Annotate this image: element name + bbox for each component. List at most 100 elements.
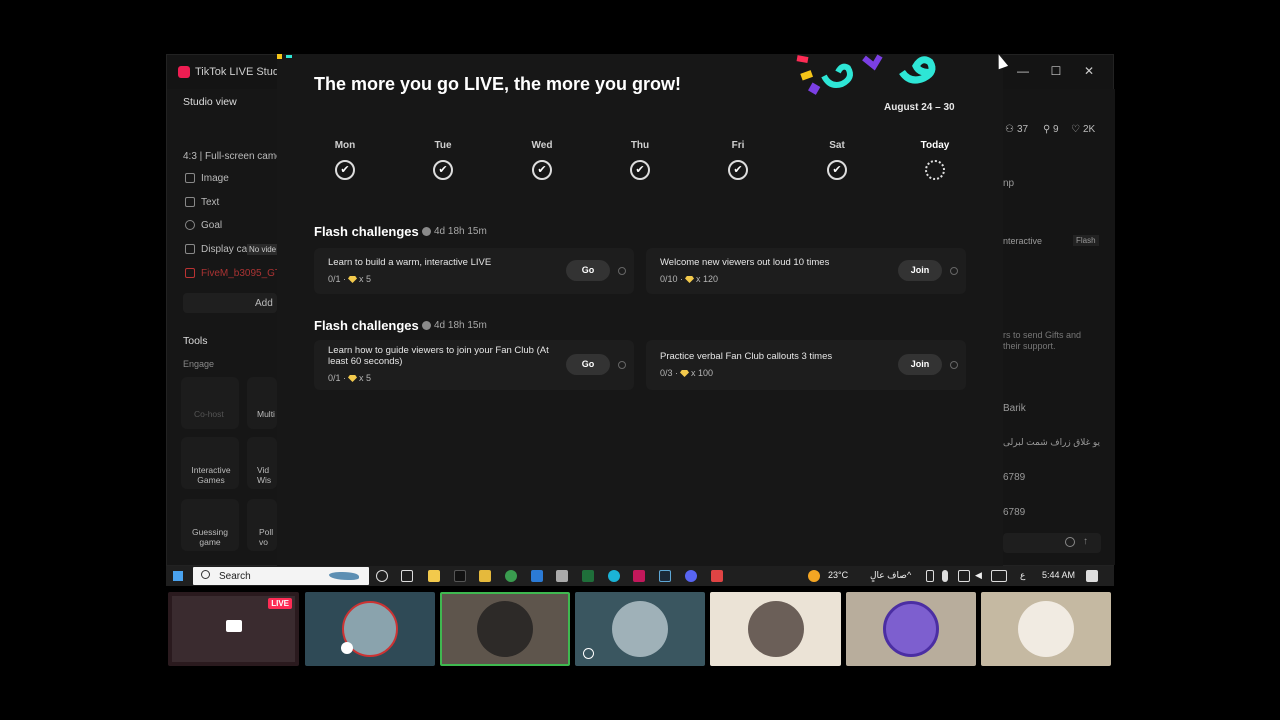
challenge-progress: 0/1 · x 5: [328, 373, 371, 383]
join-button[interactable]: Join: [898, 260, 942, 281]
day-label: Wed: [531, 140, 553, 151]
clock-icon: [422, 227, 431, 236]
muted-icon: [583, 648, 594, 659]
check-circle-icon: ✔: [630, 160, 650, 180]
day-tue: Tue ✔: [423, 140, 463, 180]
tiktok-studio-taskbar-icon[interactable]: [633, 570, 645, 582]
chat-input[interactable]: ↑: [1003, 533, 1101, 553]
keyboard-icon[interactable]: [991, 570, 1007, 582]
weather-icon[interactable]: [808, 570, 820, 582]
participant-tile-live[interactable]: LIVE: [168, 592, 299, 666]
check-circle-icon: ✔: [433, 160, 453, 180]
weather-temp[interactable]: 23°C: [828, 570, 848, 580]
right-panel: ⚇ 37 ⚲ 9 ♡ 2K np nteractive Flash rs to …: [1003, 89, 1115, 565]
vscode-icon[interactable]: [531, 570, 543, 582]
cortana-icon[interactable]: [376, 570, 388, 582]
info-icon[interactable]: [950, 361, 958, 369]
info-icon[interactable]: [618, 267, 626, 275]
tool-poll[interactable]: Poll vo: [247, 499, 277, 551]
language-indicator[interactable]: ع: [1020, 570, 1025, 581]
viewers-icon: ⚇: [1005, 124, 1014, 135]
section-title: Flash challenges: [314, 318, 419, 333]
tool-interactive-games[interactable]: Interactive Games: [181, 437, 239, 489]
source-error[interactable]: FiveM_b3095_GTA: [201, 268, 287, 279]
participant-tile[interactable]: [981, 592, 1111, 666]
tool-label: Poll vo: [259, 527, 274, 547]
progress-count: 0/1 ·: [328, 274, 347, 284]
tool-guessing-game[interactable]: Guessing game: [181, 499, 239, 551]
go-button[interactable]: Go: [566, 354, 610, 375]
studio-view-dropdown[interactable]: Studio view: [183, 96, 237, 108]
app-icon[interactable]: [556, 570, 568, 582]
add-source-button[interactable]: Add: [183, 293, 277, 313]
layout-label: 4:3 | Full-screen came: [183, 151, 282, 162]
go-button[interactable]: Go: [566, 260, 610, 281]
gift-info-line1: rs to send Gifts and: [1003, 330, 1082, 340]
emoji-icon[interactable]: [1065, 537, 1075, 547]
maximize-icon[interactable]: ☐: [1047, 64, 1065, 80]
participant-tile[interactable]: [846, 592, 976, 666]
tool-multi[interactable]: Multi: [247, 377, 277, 429]
steam-icon[interactable]: [659, 570, 671, 582]
day-fri: Fri ✔: [718, 140, 758, 180]
task-view-icon[interactable]: [401, 570, 413, 582]
participant-tile[interactable]: [575, 592, 705, 666]
source-text[interactable]: Text: [201, 197, 219, 208]
avatar: [747, 601, 804, 657]
discord-icon[interactable]: [685, 570, 697, 582]
tool-video[interactable]: Vid Wis: [247, 437, 277, 489]
app-icon[interactable]: [711, 570, 723, 582]
tool-co-host[interactable]: Co-host: [181, 377, 239, 429]
chevron-up-icon[interactable]: ^: [907, 570, 911, 580]
clock-time[interactable]: 5:44 AM: [1042, 570, 1075, 580]
file-explorer-icon[interactable]: [479, 570, 491, 582]
date-range: August 24 – 30: [884, 102, 955, 113]
info-icon[interactable]: [618, 361, 626, 369]
notifications-icon[interactable]: [1086, 570, 1098, 582]
participant-tile-speaking[interactable]: [440, 592, 570, 666]
chrome-icon[interactable]: [505, 570, 517, 582]
send-icon[interactable]: ↑: [1083, 536, 1088, 547]
source-goal[interactable]: Goal: [201, 220, 222, 231]
participant-tile[interactable]: [710, 592, 841, 666]
microphone-icon[interactable]: [942, 570, 948, 582]
participant-tile[interactable]: [305, 592, 435, 666]
reward-amount: x 5: [359, 274, 372, 284]
windows-start-icon[interactable]: [173, 571, 183, 581]
chat-message: یو غلاق زراف شمت لبرلی: [1003, 437, 1100, 447]
gem-icon: [348, 276, 358, 283]
volume-icon[interactable]: ◀: [975, 570, 982, 581]
day-mon: Mon ✔: [325, 140, 365, 180]
close-icon[interactable]: ✕: [1080, 64, 1098, 80]
search-icon: [201, 570, 210, 579]
challenge-progress: 0/10 · x 120: [660, 274, 718, 284]
source-image[interactable]: Image: [201, 173, 229, 184]
minimize-icon[interactable]: —: [1014, 64, 1032, 80]
challenge-title: Learn to build a warm, interactive LIVE: [328, 257, 492, 268]
avatar: [1018, 601, 1074, 657]
weekly-streak-modal: The more you go LIVE, the more you grow!…: [277, 54, 1003, 566]
follower-count: 9: [1053, 124, 1059, 135]
weather-description[interactable]: صاف عالٍ: [870, 570, 907, 581]
day-label: Tue: [434, 140, 452, 151]
challenge-title: Learn how to guide viewers to join your …: [328, 345, 549, 367]
network-icon[interactable]: [958, 570, 970, 582]
status-icon: [341, 642, 353, 654]
join-button[interactable]: Join: [898, 354, 942, 375]
taskbar: Search 23°C صاف عالٍ ^ ◀ ع 5:44 AM: [166, 566, 1114, 586]
tool-label: Vid Wis: [257, 465, 272, 485]
day-label: Fri: [731, 140, 745, 151]
info-icon[interactable]: [950, 267, 958, 275]
day-sat: Sat ✔: [817, 140, 857, 180]
confetti-decoration: [796, 54, 936, 95]
edge-icon[interactable]: [608, 570, 620, 582]
file-app-icon[interactable]: [428, 570, 440, 582]
taskbar-search[interactable]: Search: [193, 567, 369, 585]
tiktok-taskbar-icon[interactable]: [454, 570, 466, 582]
device-icon[interactable]: [926, 570, 934, 582]
source-display[interactable]: Display ca: [201, 244, 247, 255]
gem-icon: [685, 276, 695, 283]
challenge-progress: 0/3 · x 100: [660, 368, 713, 378]
day-thu: Thu ✔: [620, 140, 660, 180]
excel-icon[interactable]: [582, 570, 594, 582]
